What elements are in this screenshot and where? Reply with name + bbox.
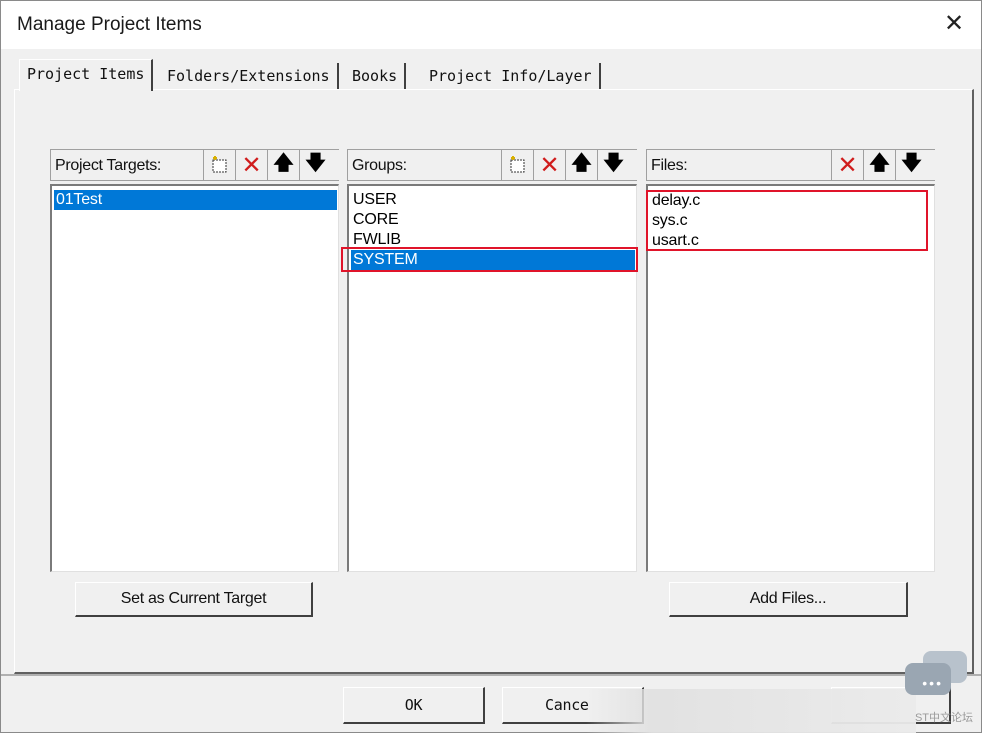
delete-icon: ✕ [539,151,560,179]
file-item-sys[interactable]: sys.c [650,211,688,231]
tab-project-items[interactable]: Project Items [19,59,154,91]
move-up-icon: 🡅 [571,152,592,174]
tab-books[interactable]: Books [345,63,407,89]
add-files-button[interactable]: Add Files... [669,582,908,617]
delete-file-button[interactable]: ✕ [831,150,863,180]
ok-button[interactable]: OK [343,687,485,724]
delete-group-button[interactable]: ✕ [533,150,565,180]
groups-label: Groups: [352,157,407,174]
title-bar: Manage Project Items ✕ [1,1,981,49]
move-target-down-button[interactable]: 🡇 [299,150,331,180]
move-down-icon: 🡇 [901,152,922,174]
groups-header: Groups: ✕ 🡅 🡇 [347,149,637,181]
delete-target-button[interactable]: ✕ [235,150,267,180]
set-current-target-button[interactable]: Set as Current Target [75,582,313,617]
move-down-icon: 🡇 [305,152,326,174]
group-item-system[interactable]: SYSTEM [351,250,635,270]
delete-icon: ✕ [241,151,262,179]
group-item-fwlib[interactable]: FWLIB [351,230,401,250]
move-group-down-button[interactable]: 🡇 [597,150,629,180]
new-group-button[interactable] [501,150,533,180]
move-file-up-button[interactable]: 🡅 [863,150,895,180]
tab-folders-extensions[interactable]: Folders/Extensions [160,63,339,89]
files-header: Files: ✕ 🡅 🡇 [646,149,935,181]
files-list[interactable]: delay.c sys.c usart.c [646,184,935,572]
new-item-icon [212,156,226,173]
move-target-up-button[interactable]: 🡅 [267,150,299,180]
targets-list[interactable]: 01Test [50,184,339,572]
tab-project-info-layer[interactable]: Project Info/Layer [422,63,601,89]
move-up-icon: 🡅 [869,152,890,174]
file-item-usart[interactable]: usart.c [650,231,699,251]
dialog-title: Manage Project Items [17,14,202,35]
move-file-down-button[interactable]: 🡇 [895,150,927,180]
targets-label: Project Targets: [55,157,162,174]
target-item[interactable]: 01Test [54,190,337,210]
group-item-user[interactable]: USER [351,190,397,210]
move-group-up-button[interactable]: 🡅 [565,150,597,180]
targets-header: Project Targets: ✕ 🡅 🡇 [50,149,339,181]
new-target-button[interactable] [203,150,235,180]
footer-divider [1,674,981,676]
move-up-icon: 🡅 [273,152,294,174]
groups-list[interactable]: USER CORE FWLIB SYSTEM [347,184,637,572]
watermark-text: ST中文论坛 [914,712,973,724]
file-item-delay[interactable]: delay.c [650,191,700,211]
delete-icon: ✕ [837,151,858,179]
group-item-core[interactable]: CORE [351,210,399,230]
watermark: ••• ST中文论坛 [903,651,973,731]
move-down-icon: 🡇 [603,152,624,174]
blur-overlay [586,689,916,733]
new-item-icon [510,156,524,173]
close-icon[interactable]: ✕ [941,11,967,37]
manage-project-items-dialog: Manage Project Items ✕ Project Items Fol… [0,0,982,733]
files-label: Files: [651,157,688,174]
